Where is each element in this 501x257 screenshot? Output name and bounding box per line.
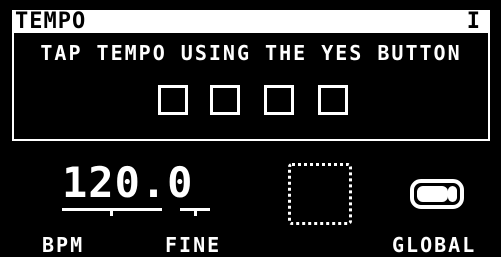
page-indicator: I	[466, 9, 480, 34]
fine-tick	[194, 208, 197, 216]
toggle-knob	[448, 186, 457, 202]
bpm-tick	[110, 208, 113, 216]
header-bar: TEMPO I	[12, 10, 490, 33]
bpm-value[interactable]: 120.0	[62, 160, 193, 206]
tap-indicator-box	[264, 85, 294, 115]
tap-indicator-box	[210, 85, 240, 115]
bpm-label: BPM	[42, 233, 85, 257]
fine-label: FINE	[165, 233, 222, 257]
toggle-track-fill	[417, 186, 448, 202]
device-screen: TEMPO I TAP TEMPO USING THE YES BUTTON 1…	[0, 0, 501, 257]
page-title: TEMPO	[15, 9, 87, 34]
tap-indicator-box	[158, 85, 188, 115]
global-label: GLOBAL	[392, 233, 477, 257]
tap-tempo-instruction: TAP TEMPO USING THE YES BUTTON	[40, 41, 462, 65]
toggle-switch-icon[interactable]	[410, 179, 464, 209]
dotted-empty-slot-icon	[288, 163, 352, 225]
tap-tempo-panel: TAP TEMPO USING THE YES BUTTON	[12, 33, 490, 141]
tap-indicator-box	[318, 85, 348, 115]
